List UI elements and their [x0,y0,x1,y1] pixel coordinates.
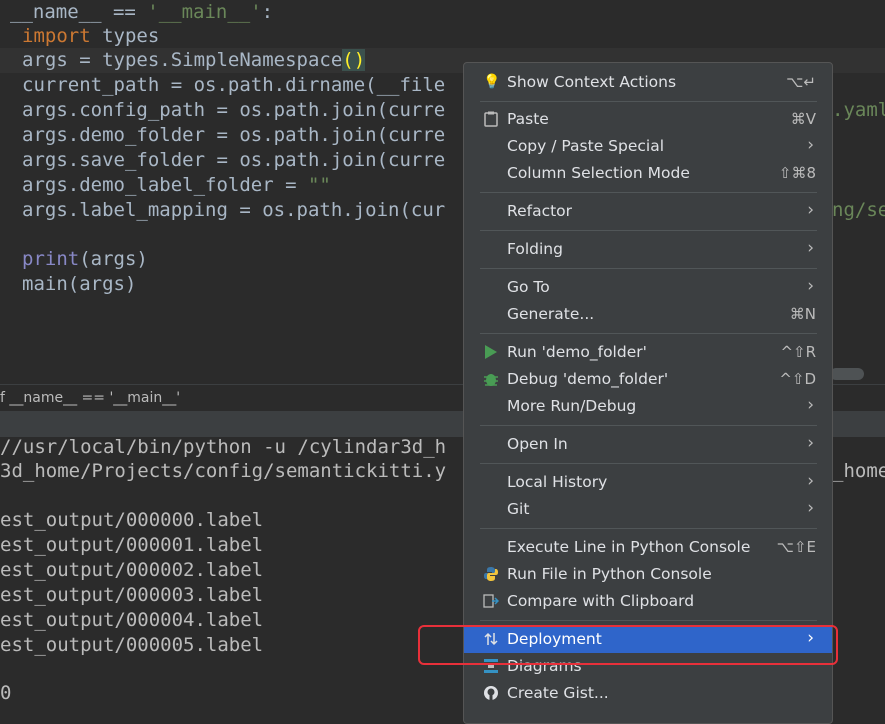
annotation-highlight-box [418,625,838,665]
code-line[interactable]: __name__ == '__main__': [10,0,273,25]
code-overflow-text: .yaml [832,99,885,121]
debug-icon [483,371,499,387]
compare-icon [483,593,500,609]
console-line: //usr/local/bin/python -u /cylindar3d_h [0,436,447,458]
console-line: est_output/000002.label [0,559,264,581]
menu-item-folding[interactable]: Folding › [464,236,832,263]
menu-item-debug[interactable]: Debug 'demo_folder' ^⇧D [464,366,832,393]
menu-item-show-context-actions[interactable]: 💡 Show Context Actions ⌥↵ [464,69,832,96]
menu-item-refactor[interactable]: Refactor › [464,198,832,225]
console-line: 3d_home/Projects/config/semantickitti.y [0,460,447,482]
console-line: est_output/000003.label [0,584,264,606]
chevron-right-icon: › [807,200,814,220]
breadcrumb-label[interactable]: f __name__ == '__main__' [0,390,180,406]
code-line[interactable]: args.save_folder = os.path.join(curre [22,148,445,173]
code-overflow-text: ng/se [832,199,885,221]
menu-separator [480,230,817,231]
menu-separator [480,268,817,269]
menu-separator [480,101,817,102]
menu-item-open-in[interactable]: Open In › [464,431,832,458]
code-line[interactable]: args.label_mapping = os.path.join(cur [22,198,445,223]
menu-item-go-to[interactable]: Go To › [464,274,832,301]
chevron-right-icon: › [807,498,814,518]
menu-item-copy-paste-special[interactable]: Copy / Paste Special › [464,133,832,160]
console-line: est_output/000004.label [0,609,264,631]
menu-separator [480,333,817,334]
menu-item-git[interactable]: Git › [464,496,832,523]
chevron-right-icon: › [807,433,814,453]
menu-separator [480,463,817,464]
menu-separator [480,425,817,426]
code-line[interactable]: current_path = os.path.dirname(__file [22,73,445,98]
menu-item-run[interactable]: Run 'demo_folder' ^⇧R [464,339,832,366]
console-overflow-text: _home [832,460,885,482]
console-line: est_output/000000.label [0,509,264,531]
chevron-right-icon: › [807,238,814,258]
console-line: est_output/000001.label [0,534,264,556]
console-line: est_output/000005.label [0,634,264,656]
code-line[interactable]: print(args) [22,247,148,272]
menu-item-local-history[interactable]: Local History › [464,469,832,496]
code-line[interactable]: main(args) [22,272,136,297]
chevron-right-icon: › [807,471,814,491]
chevron-right-icon: › [807,395,814,415]
menu-item-execute-line-python-console[interactable]: Execute Line in Python Console ⌥⇧E [464,534,832,561]
menu-item-compare-clipboard[interactable]: Compare with Clipboard [464,588,832,615]
menu-separator [480,192,817,193]
console-line: 0 [0,682,12,704]
code-line[interactable]: args.demo_label_folder = "" [22,173,331,198]
code-line[interactable]: args = types.SimpleNamespace() [22,48,366,73]
bulb-icon: 💡 [483,74,501,90]
menu-separator [480,620,817,621]
code-line[interactable]: args.demo_folder = os.path.join(curre [22,123,445,148]
code-line[interactable]: import types [22,24,159,49]
menu-item-paste[interactable]: Paste ⌘V [464,106,832,133]
menu-item-create-gist[interactable]: Create Gist... [464,680,832,707]
chevron-right-icon: › [807,276,814,296]
chevron-right-icon: › [807,135,814,155]
menu-separator [480,528,817,529]
run-icon [483,344,499,360]
menu-item-column-selection-mode[interactable]: Column Selection Mode ⇧⌘8 [464,160,832,187]
matched-parens: () [342,49,366,71]
menu-item-more-run-debug[interactable]: More Run/Debug › [464,393,832,420]
clipboard-icon [483,111,499,127]
menu-item-run-file-python-console[interactable]: Run File in Python Console [464,561,832,588]
code-line[interactable]: args.config_path = os.path.join(curre [22,98,445,123]
scrollbar-thumb[interactable] [830,368,864,380]
menu-item-generate[interactable]: Generate... ⌘N [464,301,832,328]
python-icon [483,566,499,582]
